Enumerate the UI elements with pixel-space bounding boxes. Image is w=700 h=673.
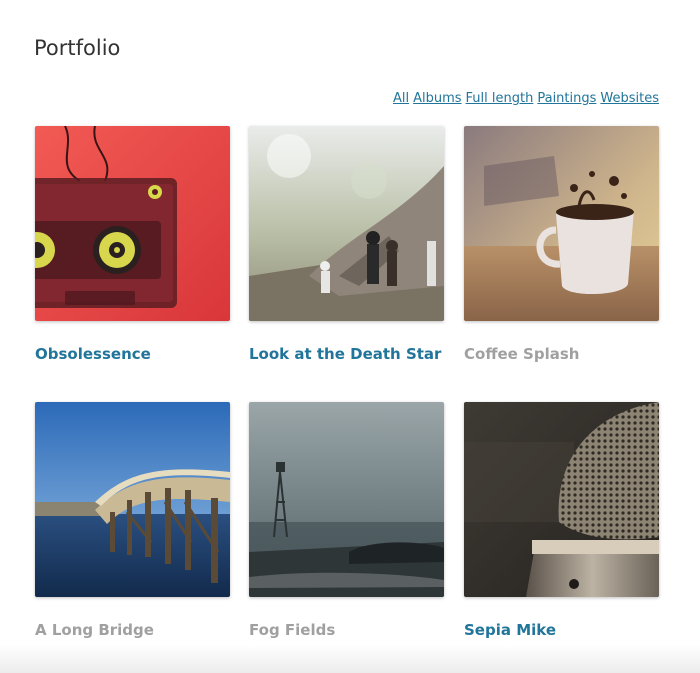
filter-all[interactable]: All (393, 91, 409, 106)
wooden-bridge-image[interactable] (35, 402, 230, 597)
toy-figures-image[interactable] (249, 126, 444, 321)
portfolio-item-title[interactable]: Fog Fields (249, 621, 444, 639)
portfolio-item: Sepia Mike (464, 402, 659, 639)
portfolio-item: Coffee Splash (464, 126, 659, 363)
footer-fade (0, 645, 700, 673)
filter-full-length[interactable]: Full length (466, 91, 534, 106)
portfolio-item: Obsolessence (35, 126, 230, 363)
filter-websites[interactable]: Websites (600, 91, 659, 106)
portfolio-item-title[interactable]: Obsolessence (35, 345, 230, 363)
coffee-cup-image[interactable] (464, 126, 659, 321)
portfolio-item: Fog Fields (249, 402, 444, 639)
filter-paintings[interactable]: Paintings (537, 91, 596, 106)
portfolio-item-title[interactable]: A Long Bridge (35, 621, 230, 639)
cassette-tape-image[interactable] (35, 126, 230, 321)
portfolio-item: A Long Bridge (35, 402, 230, 639)
portfolio-filter-nav: All Albums Full length Paintings Websites (389, 90, 659, 108)
filter-albums[interactable]: Albums (413, 91, 461, 106)
portfolio-grid: Obsolessence Look at the Death Star Coff… (35, 126, 659, 646)
portfolio-item-title[interactable]: Look at the Death Star (249, 345, 444, 363)
portfolio-item-title[interactable]: Coffee Splash (464, 345, 659, 363)
portfolio-item: Look at the Death Star (249, 126, 444, 363)
portfolio-item-title[interactable]: Sepia Mike (464, 621, 659, 639)
microphone-image[interactable] (464, 402, 659, 597)
page-title: Portfolio (34, 36, 121, 60)
foggy-windmill-image[interactable] (249, 402, 444, 597)
